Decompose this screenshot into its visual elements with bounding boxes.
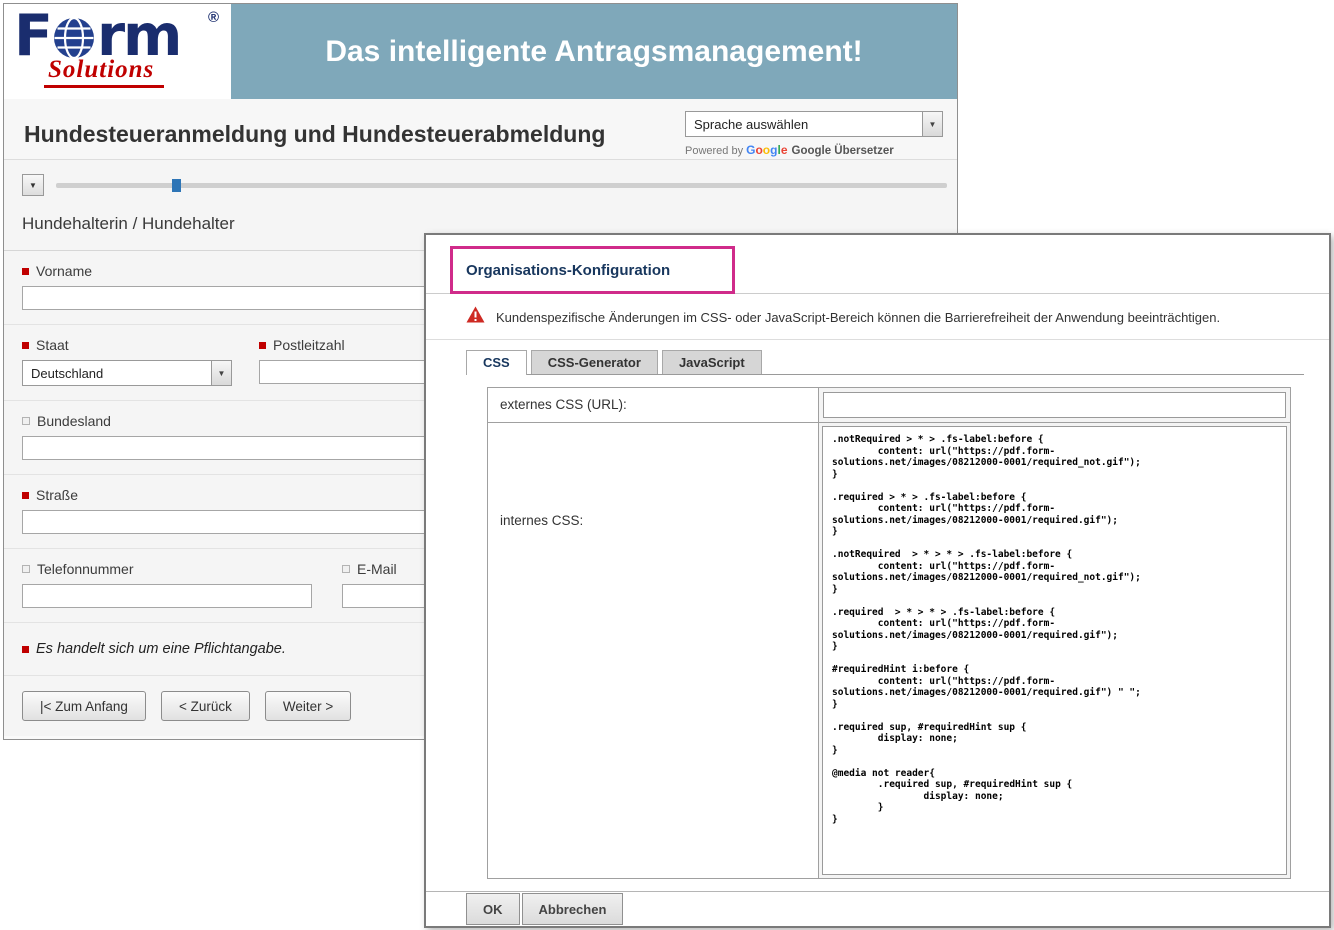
optional-marker-icon [342, 565, 350, 573]
warning-icon [466, 306, 485, 328]
external-css-input[interactable] [823, 392, 1286, 418]
dialog-footer: OK Abbrechen [426, 891, 1329, 926]
css-config-table: externes CSS (URL): internes CSS: .notRe… [487, 387, 1291, 879]
banner-tagline: Das intelligente Antragsmanagement! [325, 35, 862, 69]
translate-attribution: Powered byGoogle Google Übersetzer [685, 143, 943, 157]
staat-select-value: Deutschland [23, 366, 211, 381]
internal-css-textarea[interactable]: .notRequired > * > .fs-label:before { co… [822, 426, 1287, 875]
registered-trademark: ® [208, 9, 219, 26]
form-title-bar: Hundesteueranmeldung und Hundesteuerabme… [4, 99, 957, 160]
tab-javascript[interactable]: JavaScript [662, 350, 762, 374]
external-css-cell [819, 388, 1290, 423]
internal-css-label: internes CSS: [488, 423, 819, 878]
dialog-title-bar: Organisations-Konfiguration [426, 235, 1329, 294]
ok-button[interactable]: OK [466, 893, 520, 925]
page-title: Hundesteueranmeldung und Hundesteuerabme… [24, 121, 605, 148]
optional-marker-icon [22, 417, 30, 425]
google-translate-label: Google Übersetzer [792, 145, 894, 157]
dialog-title: Organisations-Konfiguration [466, 262, 670, 279]
warning-text: Kundenspezifische Änderungen im CSS- ode… [496, 310, 1220, 325]
telefonnummer-label: Telefonnummer [22, 561, 312, 577]
back-button[interactable]: < Zurück [161, 691, 250, 721]
language-block: Sprache auswählen ▼ Powered byGoogle Goog… [685, 111, 943, 157]
annotation-highlight-box: Organisations-Konfiguration [450, 246, 735, 294]
staat-label: Staat [22, 337, 232, 353]
tab-bar: CSS CSS-Generator JavaScript [466, 350, 1304, 375]
required-marker-icon [22, 268, 29, 275]
slider-dropdown-button[interactable]: ▼ [22, 174, 44, 196]
optional-marker-icon [22, 565, 30, 573]
telefonnummer-input[interactable] [22, 584, 312, 608]
progress-slider-row: ▼ [4, 160, 957, 206]
required-marker-icon [22, 342, 29, 349]
chevron-down-icon[interactable]: ▼ [211, 361, 231, 385]
next-button[interactable]: Weiter > [265, 691, 351, 721]
banner: F rm ® Solutions D [4, 4, 957, 99]
progress-slider[interactable] [56, 183, 947, 188]
logo-solutions-text: Solutions [44, 56, 164, 88]
cancel-button[interactable]: Abbrechen [522, 893, 624, 925]
powered-by-text: Powered by [685, 145, 743, 157]
to-start-button[interactable]: |< Zum Anfang [22, 691, 146, 721]
internal-css-cell: .notRequired > * > .fs-label:before { co… [819, 423, 1290, 878]
slider-handle[interactable] [172, 179, 181, 192]
banner-tagline-area: Das intelligente Antragsmanagement! [231, 4, 957, 99]
staat-select[interactable]: Deutschland ▼ [22, 360, 232, 386]
required-marker-icon [22, 492, 29, 499]
required-marker-icon [22, 646, 29, 653]
tab-css[interactable]: CSS [466, 350, 527, 375]
required-marker-icon [259, 342, 266, 349]
external-css-label: externes CSS (URL): [488, 388, 819, 423]
globe-icon [52, 16, 96, 60]
chevron-down-icon[interactable]: ▼ [922, 112, 942, 136]
tab-css-generator[interactable]: CSS-Generator [531, 350, 658, 374]
organisations-konfiguration-dialog: Organisations-Konfiguration Kundenspezif… [424, 233, 1331, 928]
warning-row: Kundenspezifische Änderungen im CSS- ode… [426, 294, 1329, 340]
language-select-value: Sprache auswählen [686, 117, 922, 132]
language-select[interactable]: Sprache auswählen ▼ [685, 111, 943, 137]
google-logo: Google [746, 143, 787, 157]
form-solutions-logo: F rm ® Solutions [4, 4, 231, 99]
chevron-down-icon: ▼ [29, 181, 37, 190]
